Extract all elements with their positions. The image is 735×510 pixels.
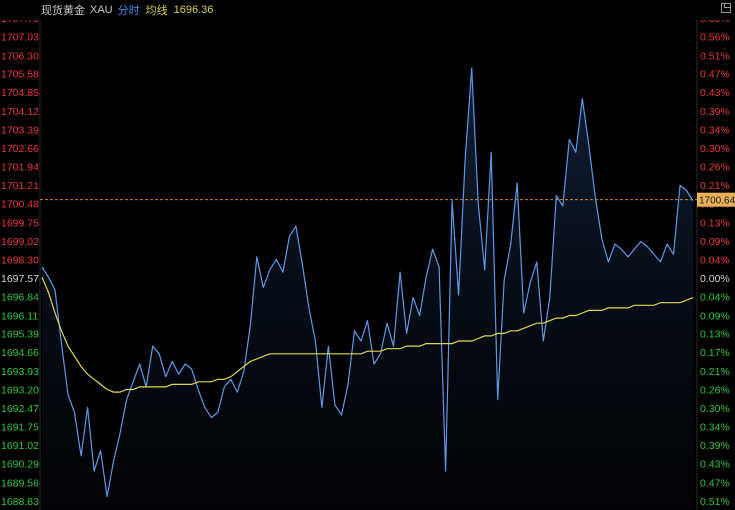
y-tick-label: 1703.39 [1, 125, 39, 137]
chart-header: 现货黄金 XAU 分时 均线 1696.36 [0, 0, 735, 20]
current-price-label: 1700.64 [699, 196, 735, 207]
y-tick-label: 1707.03 [1, 32, 39, 44]
y-tick-label: 1706.30 [1, 50, 39, 62]
y-tick-label: 1700.48 [1, 199, 39, 211]
y-tick-label: 1698.30 [1, 254, 39, 266]
y-tick-label: 1704.12 [1, 106, 39, 118]
y-tick-label: 1696.84 [1, 292, 39, 304]
pct-tick-label: 0.04% [700, 254, 730, 266]
pct-tick-label: 0.34% [700, 421, 730, 433]
timeshare-label[interactable]: 分时 [118, 2, 140, 18]
pct-tick-label: 0.13% [700, 217, 730, 229]
pct-tick-label: 0.04% [700, 292, 730, 304]
instrument-code: XAU [90, 4, 113, 16]
pct-tick-label: 0.39% [700, 106, 730, 118]
y-tick-label: 1699.75 [1, 217, 39, 229]
y-tick-label: 1688.83 [1, 496, 39, 508]
pct-tick-label: 0.00% [700, 273, 730, 285]
y-tick-label: 1691.75 [1, 421, 39, 433]
pct-tick-label: 0.13% [700, 329, 730, 341]
y-tick-label: 1693.20 [1, 384, 39, 396]
pct-tick-label: 0.34% [700, 125, 730, 137]
pct-tick-label: 0.17% [700, 347, 730, 359]
pct-tick-label: 0.47% [700, 477, 730, 489]
y-tick-label: 1693.93 [1, 366, 39, 378]
pct-tick-label: 0.26% [700, 161, 730, 173]
y-tick-label: 1699.02 [1, 236, 39, 248]
y-tick-label: 1707.76 [1, 20, 39, 25]
y-tick-label: 1692.47 [1, 403, 39, 415]
y-tick-label: 1691.02 [1, 440, 39, 452]
pct-tick-label: 0.30% [700, 403, 730, 415]
y-tick-label: 1705.58 [1, 69, 39, 81]
pct-tick-label: 0.26% [700, 384, 730, 396]
price-area-fill [42, 68, 693, 510]
price-chart: 1707.76 0.60% 1707.03 0.56% 1706.30 0.51% 1705… [1, 20, 735, 510]
pct-tick-label: 0.39% [700, 440, 730, 452]
pct-tick-label: 0.51% [700, 496, 730, 508]
pct-tick-label: 0.56% [700, 32, 730, 44]
y-tick-label: 1702.66 [1, 143, 39, 155]
y-tick-label: 1690.29 [1, 459, 39, 471]
instrument-name: 现货黄金 [41, 5, 85, 17]
expand-icon[interactable] [721, 3, 731, 13]
y-tick-label: 1704.85 [1, 87, 39, 99]
pct-tick-label: 0.43% [700, 459, 730, 471]
y-tick-label: 1695.39 [1, 329, 39, 341]
pct-tick-label: 0.47% [700, 69, 730, 81]
pct-tick-label: 0.30% [700, 143, 730, 155]
y-tick-label: 1694.66 [1, 347, 39, 359]
y-tick-label: 1701.21 [1, 180, 39, 192]
y-tick-label: 1696.11 [1, 310, 38, 322]
pct-tick-label: 0.09% [700, 310, 730, 322]
pct-tick-label: 0.43% [700, 87, 730, 99]
y-tick-label: 1701.94 [1, 161, 39, 173]
avg-line-label: 均线 [145, 5, 168, 17]
pct-tick-label: 0.09% [700, 236, 730, 248]
pct-tick-label: 0.21% [700, 180, 730, 192]
avg-line-value: 1696.36 [173, 4, 214, 16]
pct-tick-label: 0.60% [700, 20, 730, 25]
y-tick-label: 1697.57 [1, 273, 39, 285]
pct-tick-label: 0.51% [700, 50, 730, 62]
pct-tick-label: 0.21% [700, 366, 730, 378]
y-tick-label: 1689.56 [1, 477, 39, 489]
